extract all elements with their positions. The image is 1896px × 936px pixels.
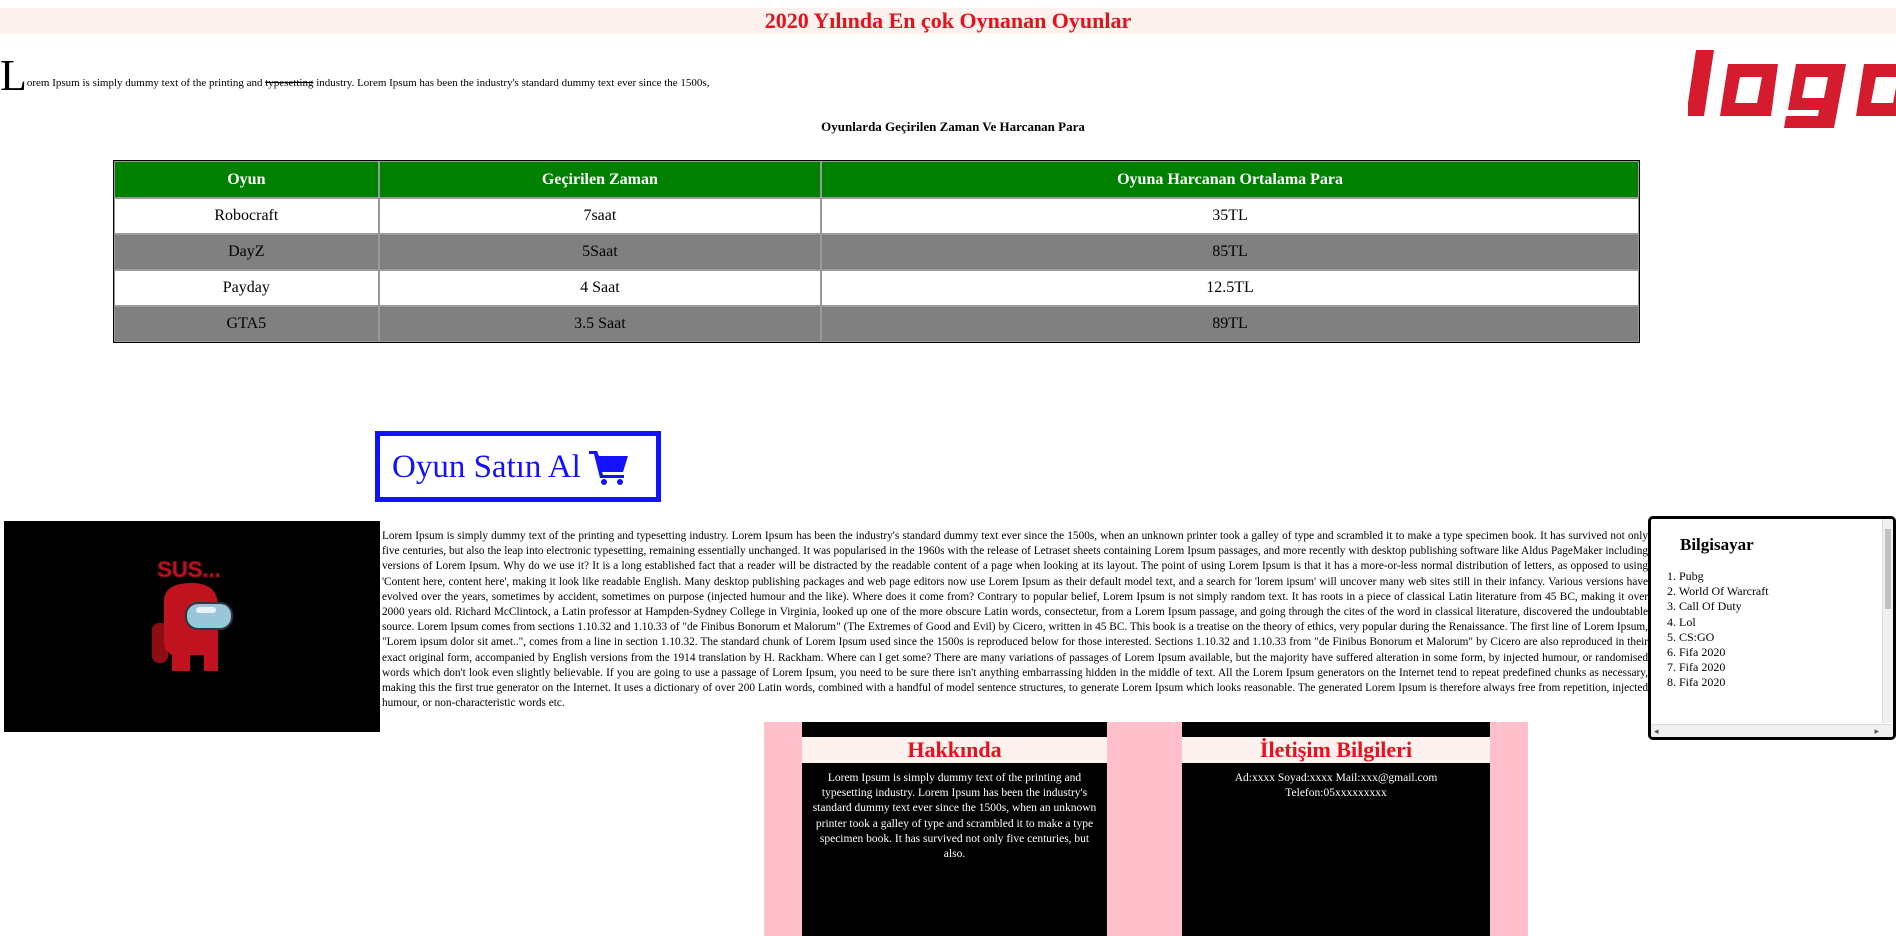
table-caption: Oyunlarda Geçirilen Zaman Ve Harcanan Pa…: [821, 119, 1085, 134]
game-image: SUS...: [4, 521, 380, 732]
page-title: 2020 Yılında En çok Oynanan Oyunlar: [764, 8, 1132, 33]
list-item: 8. Fifa 2020: [1667, 675, 1726, 690]
sus-text: SUS...: [157, 557, 221, 582]
list-item: 1. Pubg: [1667, 569, 1704, 583]
cell-game: DayZ: [114, 234, 379, 270]
cell-time: 3.5 Saat: [378, 306, 822, 342]
sidebar-scroll-box[interactable]: Bilgisayar 1. Pubg 2. World Of Warcraft …: [1648, 516, 1896, 740]
intro-paragraph: Lorem Ipsum is simply dummy text of the …: [0, 54, 1300, 98]
cell-time: 4 Saat: [378, 270, 822, 306]
page-header: 2020 Yılında En çok Oynanan Oyunlar: [0, 8, 1896, 34]
cell-time: 7saat: [378, 198, 822, 234]
cell-game: Payday: [114, 270, 379, 306]
table-header-row: Oyun Geçirilen Zaman Oyuna Harcanan Orta…: [114, 161, 1639, 198]
list-item: 7. Fifa 2020: [1667, 660, 1726, 675]
scroll-right-icon[interactable]: ▸: [1874, 725, 1879, 737]
cell-money: 89TL: [821, 306, 1639, 342]
intro-dropcap: L: [0, 51, 27, 100]
games-table: Oyun Geçirilen Zaman Oyuna Harcanan Orta…: [113, 160, 1640, 343]
list-item: 4. Lol: [1667, 614, 1696, 629]
table-row: Robocraft 7saat 35TL: [114, 198, 1639, 234]
column-header-game: Oyun: [114, 161, 379, 198]
body-text: Lorem Ipsum is simply dummy text of the …: [382, 530, 1648, 710]
list-item: 6. Fifa 2020: [1667, 645, 1726, 660]
cell-money: 35TL: [821, 198, 1639, 234]
cell-game: Robocraft: [114, 198, 379, 234]
table-row: GTA5 3.5 Saat 89TL: [114, 306, 1639, 342]
cell-money: 85TL: [821, 234, 1639, 270]
intro-text-before: orem Ipsum is simply dummy text of the p…: [26, 77, 266, 89]
contact-text: Ad:xxxx Soyad:xxxx Mail:xxx@gmail.com Te…: [1182, 763, 1490, 801]
intro-text-after: industry. Lorem Ipsum has been the indus…: [313, 77, 710, 89]
about-text: Lorem Ipsum is simply dummy text of the …: [812, 772, 1097, 861]
list-item: 5. CS:GO: [1667, 629, 1715, 644]
game-list: 1. Pubg 2. World Of Warcraft 3. Call Of …: [1667, 569, 1769, 691]
shopping-cart-icon: [588, 450, 628, 485]
about-card: Hakkında Lorem Ipsum is simply dummy tex…: [802, 722, 1107, 936]
sidebar-heading: Bilgisayar: [1680, 535, 1754, 554]
among-us-crewmate-icon: SUS...: [152, 557, 233, 671]
vertical-scroll-thumb[interactable]: [1885, 529, 1891, 609]
vertical-scrollbar[interactable]: [1882, 519, 1893, 723]
column-header-time: Geçirilen Zaman: [378, 161, 822, 198]
table-row: Payday 4 Saat 12.5TL: [114, 270, 1639, 306]
scroll-left-icon[interactable]: ◂: [1654, 725, 1659, 737]
horizontal-scrollbar[interactable]: ◂ ▸: [1651, 724, 1893, 737]
contact-line-name-mail: Ad:xxxx Soyad:xxxx Mail:xxx@gmail.com: [1234, 772, 1438, 784]
list-item: 2. World Of Warcraft: [1667, 584, 1769, 599]
logo-graphic: [1688, 50, 1896, 128]
cell-money: 12.5TL: [821, 270, 1639, 306]
logo: [1688, 44, 1896, 128]
contact-line-phone: Telefon:05xxxxxxxxx: [1285, 787, 1387, 800]
footer-area: Hakkında Lorem Ipsum is simply dummy tex…: [764, 722, 1528, 936]
about-title: Hakkında: [802, 737, 1107, 763]
column-header-money: Oyuna Harcanan Ortalama Para: [821, 161, 1639, 198]
cell-time: 5Saat: [378, 234, 822, 270]
cell-game: GTA5: [114, 306, 379, 342]
contact-card: İletişim Bilgileri Ad:xxxx Soyad:xxxx Ma…: [1182, 722, 1490, 936]
table-row: DayZ 5Saat 85TL: [114, 234, 1639, 270]
intro-struck-text: typesetting: [265, 77, 314, 89]
list-item: 3. Call Of Duty: [1667, 599, 1742, 614]
buy-game-button[interactable]: Oyun Satın Al: [375, 431, 661, 502]
contact-title: İletişim Bilgileri: [1182, 737, 1490, 763]
buy-game-label: Oyun Satın Al: [392, 448, 581, 485]
